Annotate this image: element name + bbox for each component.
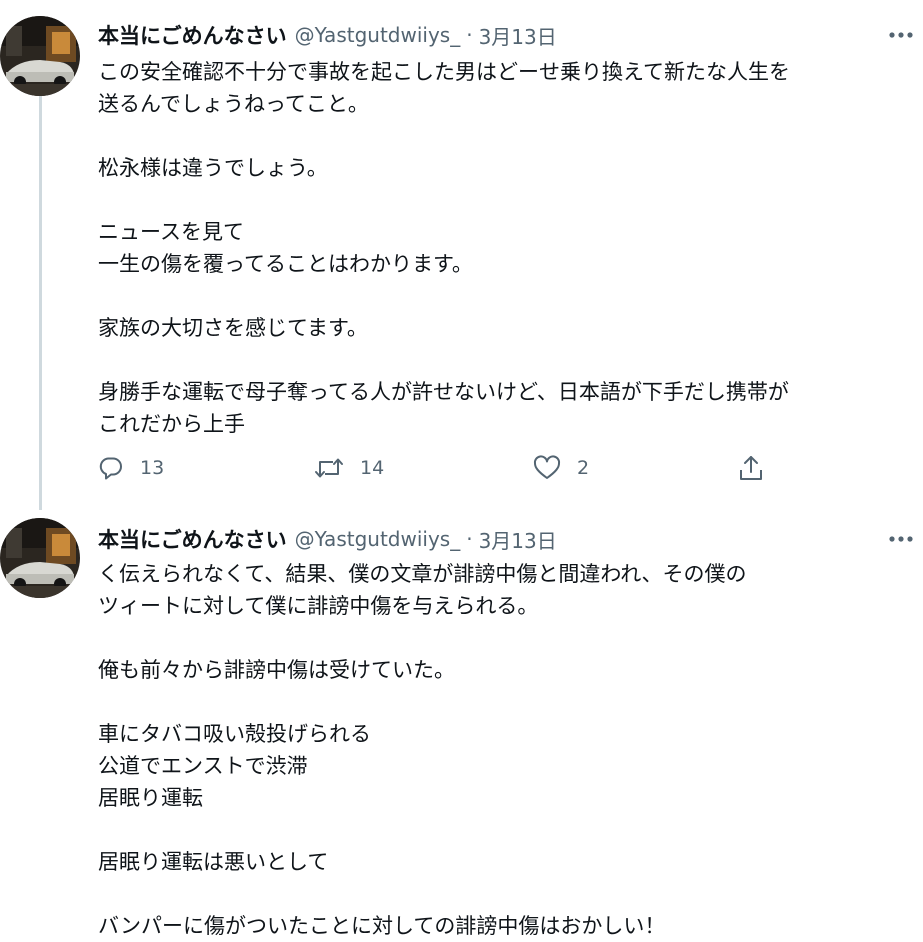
tweet-text: く伝えられなくて、結果、僕の文章が誹謗中傷と間違われ、その僕の ツィートに対して… <box>98 562 747 938</box>
avatar-photo <box>0 16 80 96</box>
thread-connector-line <box>39 96 42 510</box>
retweet-arrows-icon <box>315 458 343 478</box>
display-name[interactable]: 本当にごめんなさい <box>98 524 287 554</box>
share-button[interactable] <box>738 452 764 484</box>
reply-button[interactable]: 13 <box>98 452 164 484</box>
retweet-button[interactable]: 14 <box>314 452 384 484</box>
user-handle[interactable]: @Yastgutdwiiys_ <box>295 23 461 47</box>
separator-dot: · <box>466 527 473 551</box>
tweet-header: 本当にごめんなさい @Yastgutdwiiys_ · 3月13日 <box>98 524 557 554</box>
tweet-actions: 13 14 2 <box>98 452 778 484</box>
tweet-date[interactable]: 3月13日 <box>479 525 557 554</box>
display-name[interactable]: 本当にごめんなさい <box>98 20 287 50</box>
retweet-count: 14 <box>360 457 385 479</box>
more-options-button[interactable] <box>879 524 923 554</box>
share-upload-icon <box>740 456 762 480</box>
more-horizontal-icon <box>889 32 913 38</box>
avatar-photo <box>0 518 80 598</box>
more-horizontal-icon <box>889 536 913 542</box>
reply-bubble-icon <box>99 457 122 480</box>
avatar[interactable] <box>0 16 80 96</box>
tweet-date[interactable]: 3月13日 <box>479 21 557 50</box>
more-options-button[interactable] <box>879 20 923 50</box>
separator-dot: · <box>466 23 473 47</box>
reply-count: 13 <box>140 457 165 479</box>
tweet-header: 本当にごめんなさい @Yastgutdwiiys_ · 3月13日 <box>98 20 557 50</box>
like-button[interactable]: 2 <box>533 452 589 484</box>
heart-icon <box>533 455 561 479</box>
avatar[interactable] <box>0 518 80 598</box>
user-handle[interactable]: @Yastgutdwiiys_ <box>295 527 461 551</box>
tweet-text: この安全確認不十分で事故を起こした男はどーせ乗り換えて新たな人生を 送るんでしょ… <box>98 60 790 436</box>
like-count: 2 <box>577 457 590 479</box>
